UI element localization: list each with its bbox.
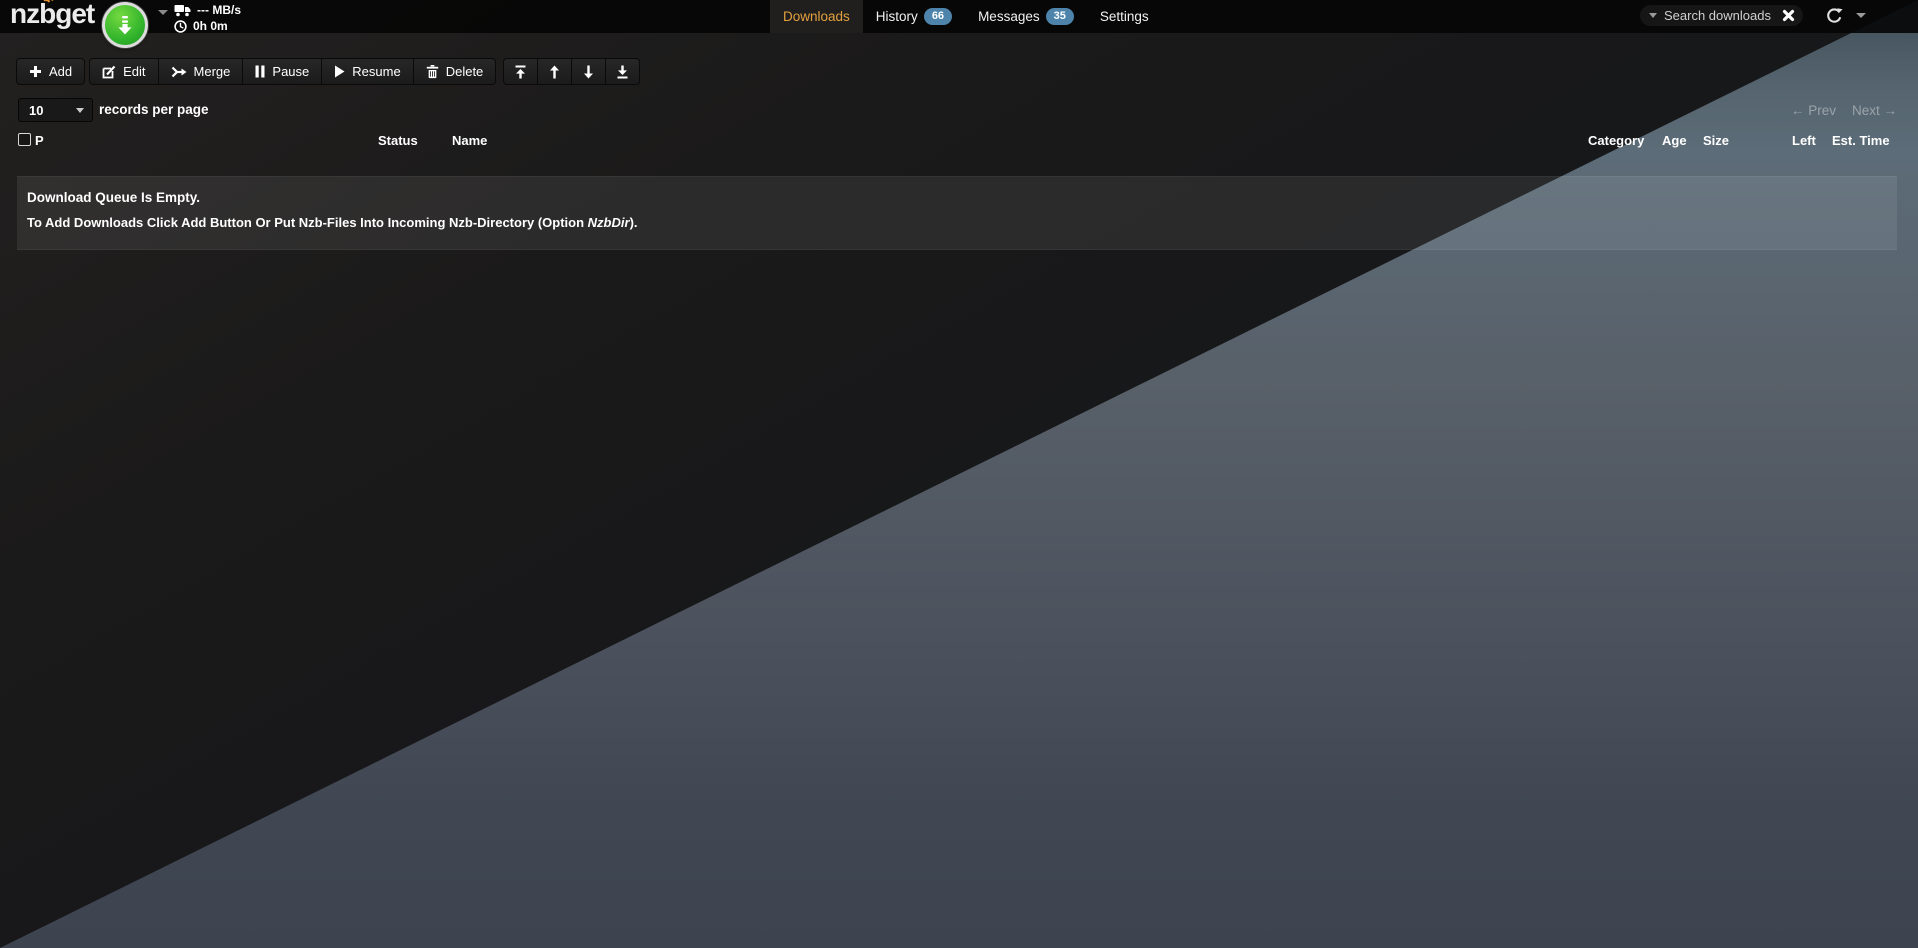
column-left[interactable]: Left	[1792, 133, 1816, 148]
next-page-link[interactable]: Next →	[1852, 103, 1897, 118]
move-down-button[interactable]	[572, 58, 606, 85]
column-status[interactable]: Status	[378, 133, 418, 148]
speed-status: --- MB/s	[174, 3, 241, 17]
records-per-page-select[interactable]: 10	[18, 98, 93, 122]
tab-downloads-label: Downloads	[783, 9, 850, 24]
merge-button-label: Merge	[194, 64, 231, 79]
speed-value: --- MB/s	[197, 3, 241, 17]
trash-icon	[426, 65, 439, 79]
plus-icon	[29, 65, 42, 78]
uptime-value: 0h 0m	[193, 19, 228, 33]
column-priority[interactable]: P	[35, 133, 44, 148]
tab-downloads[interactable]: Downloads	[770, 0, 863, 33]
nzbget-app: nzbget --- MB/s 0h 0m	[0, 0, 1918, 948]
download-state-button[interactable]	[102, 2, 148, 48]
records-per-page-label: records per page	[99, 98, 209, 122]
arrow-up-icon	[548, 65, 561, 79]
logo-text: nz	[10, 0, 39, 29]
records-per-page-value: 10	[29, 103, 43, 118]
hint-text-end: ).	[630, 215, 638, 230]
delete-button-label: Delete	[446, 64, 484, 79]
add-button[interactable]: Add	[16, 58, 85, 85]
merge-button[interactable]: Merge	[159, 58, 244, 85]
play-icon	[334, 65, 345, 78]
empty-queue-panel: Download Queue Is Empty. To Add Download…	[17, 176, 1897, 250]
hint-text: To Add Downloads Click Add Button Or Put…	[27, 215, 588, 230]
empty-queue-hint: To Add Downloads Click Add Button Or Put…	[27, 215, 1887, 230]
tab-history[interactable]: History 66	[863, 0, 965, 33]
move-bottom-button[interactable]	[606, 58, 640, 85]
logo-b-with-arc: b	[39, 0, 55, 30]
truck-icon	[174, 4, 191, 17]
logo-text-suffix: get	[55, 0, 94, 29]
nzbget-logo: nzbget	[10, 0, 94, 30]
tab-settings-label: Settings	[1100, 9, 1149, 24]
nav-dropdown-caret-icon[interactable]	[1856, 13, 1866, 18]
tab-messages-label: Messages	[978, 9, 1040, 24]
search-input[interactable]	[1664, 8, 1782, 23]
history-count-badge: 66	[924, 8, 952, 25]
search-options-caret-icon[interactable]	[1649, 13, 1657, 18]
pause-icon	[255, 65, 265, 78]
pause-button-label: Pause	[272, 64, 309, 79]
refresh-icon[interactable]	[1822, 6, 1846, 26]
move-top-button[interactable]	[503, 58, 538, 85]
queue-toolbar: Add Edit	[16, 58, 640, 85]
move-up-button[interactable]	[538, 58, 572, 85]
arrow-to-top-icon	[514, 65, 527, 79]
main-tabs: Downloads History 66 Messages 35 Setting…	[770, 0, 1162, 33]
clear-search-icon[interactable]	[1782, 9, 1795, 22]
column-est-time[interactable]: Est. Time	[1832, 133, 1890, 148]
select-all-checkbox[interactable]	[18, 133, 31, 146]
column-category[interactable]: Category	[1588, 133, 1644, 148]
search-box[interactable]	[1640, 5, 1803, 26]
pause-button[interactable]: Pause	[243, 58, 322, 85]
edit-button[interactable]: Edit	[89, 58, 158, 85]
column-size[interactable]: Size	[1703, 133, 1729, 148]
hint-option-name: NzbDir	[588, 215, 630, 230]
empty-queue-title: Download Queue Is Empty.	[27, 190, 1887, 205]
play-badge-caret-icon[interactable]	[158, 10, 168, 15]
tab-settings[interactable]: Settings	[1087, 0, 1162, 33]
queue-table-header: P Status Name Category Age Size Left Est…	[0, 130, 1918, 152]
tab-history-label: History	[876, 9, 918, 24]
download-arrow-icon	[115, 14, 135, 36]
messages-count-badge: 35	[1046, 8, 1074, 25]
pagination: ← Prev Next →	[1791, 103, 1897, 118]
merge-icon	[171, 66, 187, 78]
move-actions-group	[503, 58, 640, 85]
column-name[interactable]: Name	[452, 133, 487, 148]
resume-button[interactable]: Resume	[322, 58, 413, 85]
edit-icon	[102, 65, 116, 79]
top-navbar: nzbget --- MB/s 0h 0m	[0, 0, 1918, 33]
select-caret-icon	[76, 108, 84, 113]
arrow-down-icon	[582, 65, 595, 79]
add-button-label: Add	[49, 64, 72, 79]
time-status: 0h 0m	[174, 19, 228, 33]
edit-button-label: Edit	[123, 64, 145, 79]
column-age[interactable]: Age	[1662, 133, 1687, 148]
arrow-to-bottom-icon	[616, 65, 629, 79]
edit-actions-group: Edit Merge	[89, 58, 496, 85]
delete-button[interactable]: Delete	[414, 58, 497, 85]
prev-page-link[interactable]: ← Prev	[1791, 103, 1836, 118]
resume-button-label: Resume	[352, 64, 400, 79]
tab-messages[interactable]: Messages 35	[965, 0, 1087, 33]
clock-icon	[174, 20, 187, 33]
